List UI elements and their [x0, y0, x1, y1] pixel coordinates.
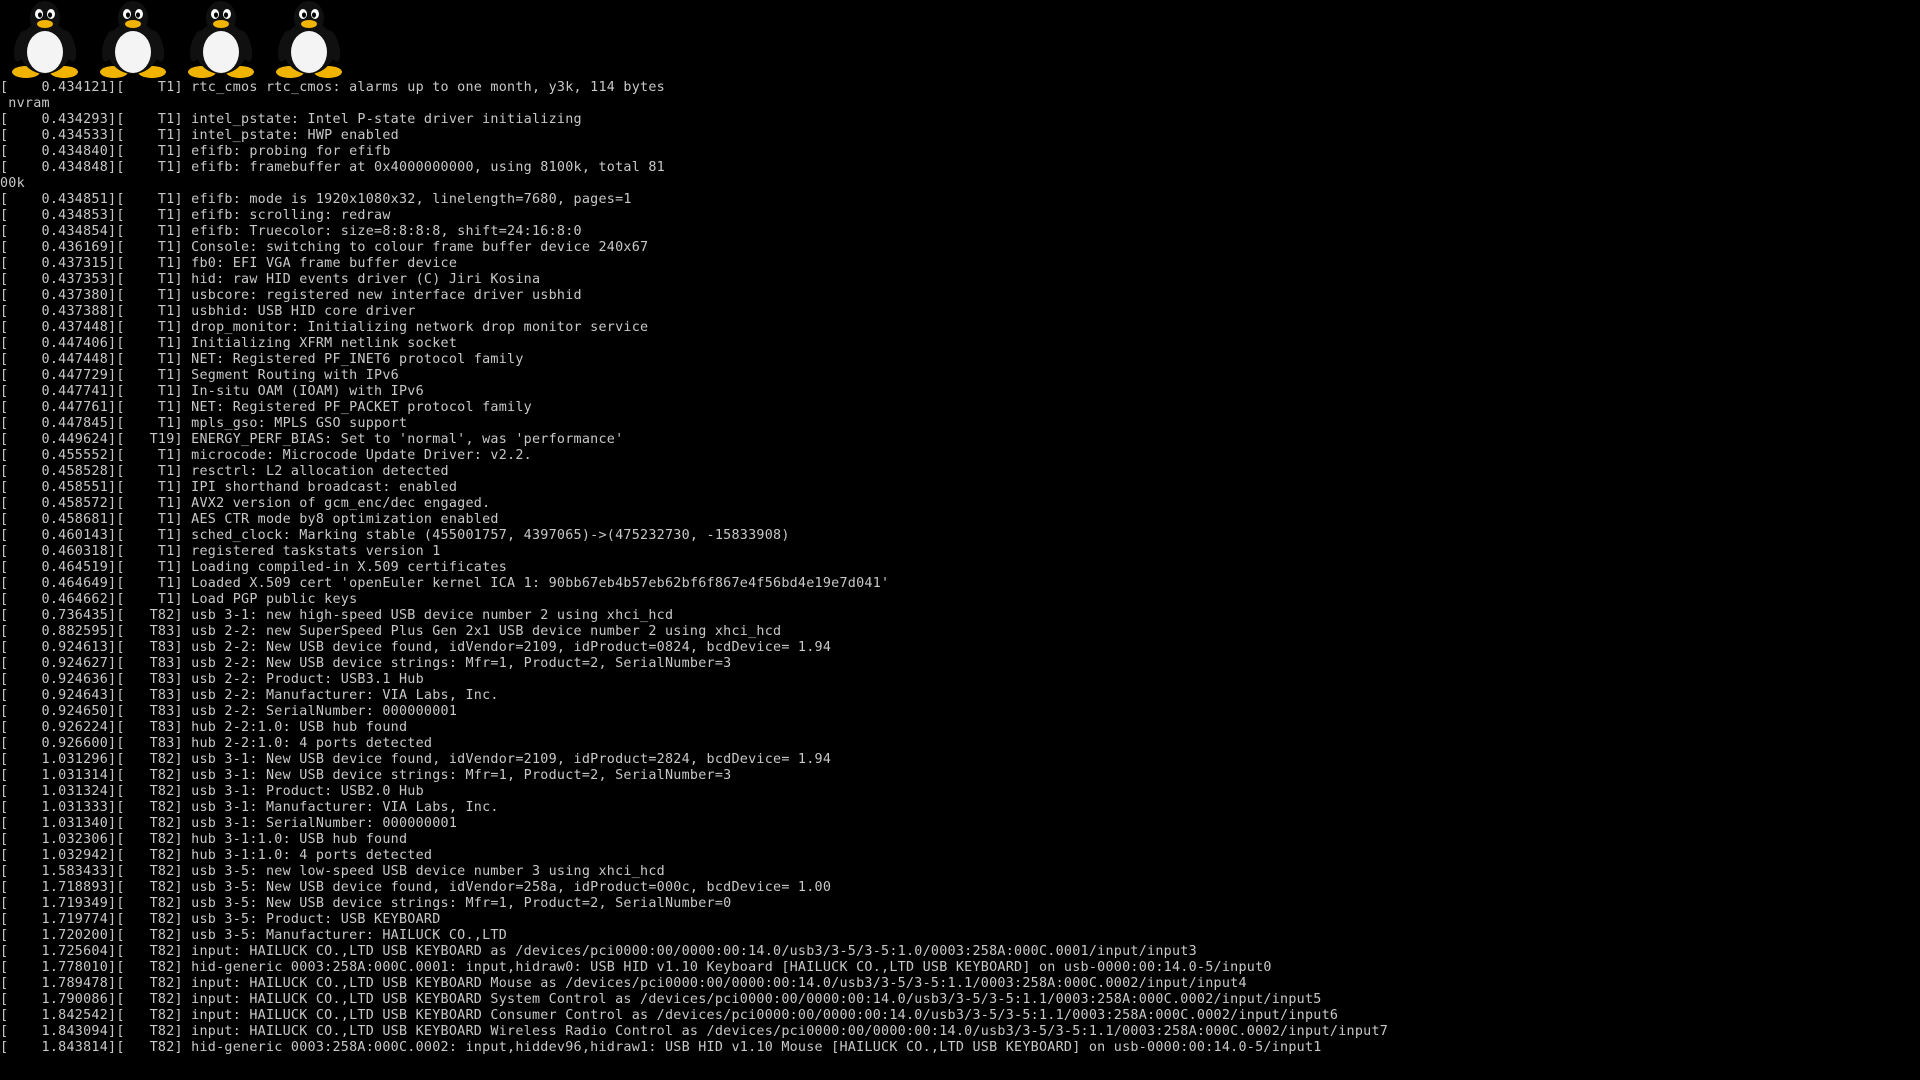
log-line: [ 0.458572][ T1] AVX2 version of gcm_enc… [0, 496, 491, 511]
log-line: [ 0.447448][ T1] NET: Registered PF_INET… [0, 352, 524, 367]
log-line: [ 0.460143][ T1] sched_clock: Marking st… [0, 528, 790, 543]
log-line: [ 0.455552][ T1] microcode: Microcode Up… [0, 448, 532, 463]
log-line: [ 1.790086][ T82] input: HAILUCK CO.,LTD… [0, 992, 1322, 1007]
log-line: [ 1.031333][ T82] usb 3-1: Manufacturer:… [0, 800, 499, 815]
tux-penguin-icon [188, 1, 254, 78]
tux-penguin-icon [12, 1, 78, 78]
log-line: [ 0.882595][ T83] usb 2-2: new SuperSpee… [0, 624, 782, 639]
kernel-log: [ 0.434121][ T1] rtc_cmos rtc_cmos: alar… [0, 80, 1920, 1056]
log-line: [ 1.719349][ T82] usb 3-5: New USB devic… [0, 896, 732, 911]
log-line: [ 1.031296][ T82] usb 3-1: New USB devic… [0, 752, 832, 767]
log-line: [ 1.718893][ T82] usb 3-5: New USB devic… [0, 880, 832, 895]
log-line: [ 0.460318][ T1] registered taskstats ve… [0, 544, 441, 559]
log-line: [ 0.926224][ T83] hub 2-2:1.0: USB hub f… [0, 720, 408, 735]
log-line: [ 0.736435][ T82] usb 3-1: new high-spee… [0, 608, 674, 623]
log-line: [ 0.926600][ T83] hub 2-2:1.0: 4 ports d… [0, 736, 433, 751]
log-line: [ 0.924636][ T83] usb 2-2: Product: USB3… [0, 672, 424, 687]
log-line: [ 1.789478][ T82] input: HAILUCK CO.,LTD… [0, 976, 1247, 991]
log-line: [ 0.434851][ T1] efifb: mode is 1920x108… [0, 192, 632, 207]
tux-penguin-icon [100, 1, 166, 78]
log-line: [ 0.447729][ T1] Segment Routing with IP… [0, 368, 399, 383]
log-line: [ 1.778010][ T82] hid-generic 0003:258A:… [0, 960, 1272, 975]
log-line: [ 0.447845][ T1] mpls_gso: MPLS GSO supp… [0, 416, 408, 431]
log-line: [ 0.437380][ T1] usbcore: registered new… [0, 288, 582, 303]
log-line: [ 1.725604][ T82] input: HAILUCK CO.,LTD… [0, 944, 1197, 959]
log-line: [ 0.434848][ T1] efifb: framebuffer at 0… [0, 160, 665, 175]
log-line: [ 0.437448][ T1] drop_monitor: Initializ… [0, 320, 649, 335]
log-line: [ 1.032306][ T82] hub 3-1:1.0: USB hub f… [0, 832, 408, 847]
log-line: [ 0.924650][ T83] usb 2-2: SerialNumber:… [0, 704, 458, 719]
log-line: [ 0.434533][ T1] intel_pstate: HWP enabl… [0, 128, 399, 143]
log-line: [ 1.843094][ T82] input: HAILUCK CO.,LTD… [0, 1024, 1389, 1039]
log-line: [ 0.447406][ T1] Initializing XFRM netli… [0, 336, 458, 351]
log-line: [ 0.447741][ T1] In-situ OAM (IOAM) with… [0, 384, 424, 399]
log-line: [ 0.458681][ T1] AES CTR mode by8 optimi… [0, 512, 499, 527]
log-line: [ 1.842542][ T82] input: HAILUCK CO.,LTD… [0, 1008, 1339, 1023]
log-line: [ 0.434853][ T1] efifb: scrolling: redra… [0, 208, 391, 223]
log-line: [ 0.437315][ T1] fb0: EFI VGA frame buff… [0, 256, 458, 271]
log-line: [ 0.924627][ T83] usb 2-2: New USB devic… [0, 656, 732, 671]
log-line: [ 0.434293][ T1] intel_pstate: Intel P-s… [0, 112, 582, 127]
log-line: [ 1.583433][ T82] usb 3-5: new low-speed… [0, 864, 665, 879]
log-line: [ 0.924643][ T83] usb 2-2: Manufacturer:… [0, 688, 499, 703]
log-line: [ 0.436169][ T1] Console: switching to c… [0, 240, 649, 255]
log-line: [ 0.464649][ T1] Loaded X.509 cert 'open… [0, 576, 890, 591]
log-line: [ 0.449624][ T19] ENERGY_PERF_BIAS: Set … [0, 432, 624, 447]
boot-console-screen: [ 0.434121][ T1] rtc_cmos rtc_cmos: alar… [0, 0, 1920, 1080]
log-line: 00k [0, 176, 25, 191]
log-line: [ 1.031324][ T82] usb 3-1: Product: USB2… [0, 784, 424, 799]
log-line: [ 1.843814][ T82] hid-generic 0003:258A:… [0, 1040, 1322, 1055]
log-line: [ 0.924613][ T83] usb 2-2: New USB devic… [0, 640, 832, 655]
log-line: [ 1.719774][ T82] usb 3-5: Product: USB … [0, 912, 441, 927]
cpu-logo-row [6, 0, 348, 80]
log-line: nvram [0, 96, 50, 111]
log-line: [ 1.031340][ T82] usb 3-1: SerialNumber:… [0, 816, 458, 831]
log-line: [ 0.464519][ T1] Loading compiled-in X.5… [0, 560, 508, 575]
log-line: [ 0.434854][ T1] efifb: Truecolor: size=… [0, 224, 582, 239]
log-line: [ 0.437353][ T1] hid: raw HID events dri… [0, 272, 541, 287]
log-line: [ 0.458528][ T1] resctrl: L2 allocation … [0, 464, 449, 479]
log-line: [ 0.447761][ T1] NET: Registered PF_PACK… [0, 400, 532, 415]
log-line: [ 1.031314][ T82] usb 3-1: New USB devic… [0, 768, 732, 783]
log-line: [ 0.434840][ T1] efifb: probing for efif… [0, 144, 391, 159]
log-line: [ 1.032942][ T82] hub 3-1:1.0: 4 ports d… [0, 848, 433, 863]
log-line: [ 1.720200][ T82] usb 3-5: Manufacturer:… [0, 928, 508, 943]
tux-penguin-icon [276, 1, 342, 78]
log-line: [ 0.458551][ T1] IPI shorthand broadcast… [0, 480, 458, 495]
log-line: [ 0.434121][ T1] rtc_cmos rtc_cmos: alar… [0, 80, 665, 95]
log-line: [ 0.437388][ T1] usbhid: USB HID core dr… [0, 304, 416, 319]
log-line: [ 0.464662][ T1] Load PGP public keys [0, 592, 358, 607]
